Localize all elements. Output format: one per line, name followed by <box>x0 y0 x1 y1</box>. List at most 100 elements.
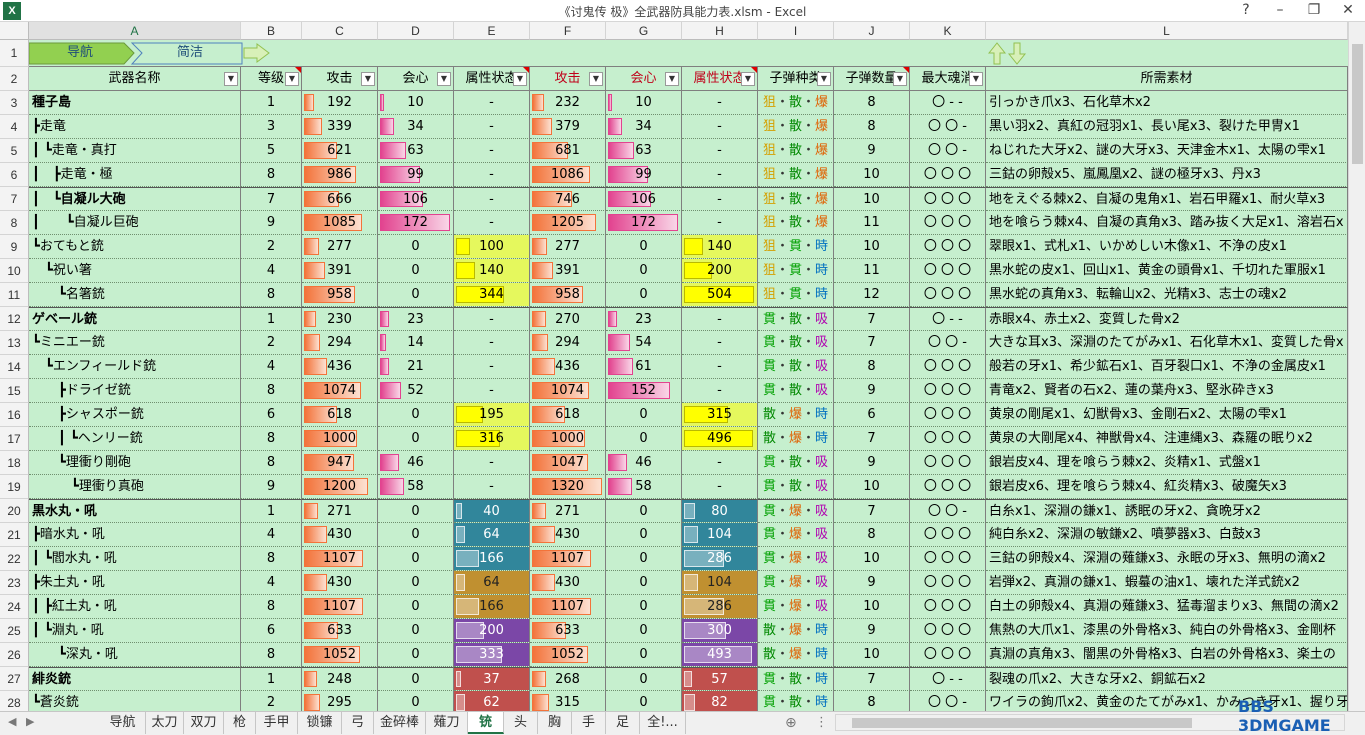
cell-attack-max[interactable]: 430 <box>530 523 606 547</box>
cell-bullet-count[interactable]: 7 <box>834 331 910 355</box>
cell-weapon-name[interactable]: ┗エンフィールド銃 <box>29 355 241 379</box>
cell-level[interactable]: 8 <box>241 379 302 403</box>
sheet-tab[interactable]: 手 <box>572 712 606 734</box>
cell-attack[interactable]: 1107 <box>302 547 378 571</box>
cell-level[interactable]: 8 <box>241 283 302 307</box>
cell-weapon-name[interactable]: ┣シャスポー銃 <box>29 403 241 427</box>
row-header[interactable]: 15 <box>0 379 29 403</box>
cell-critical[interactable]: 106 <box>378 187 454 211</box>
cell-level[interactable]: 6 <box>241 403 302 427</box>
cell-materials[interactable]: 般若の牙x1、希少鉱石x1、百牙裂口x1、不浄の金属皮x1 <box>986 355 1348 379</box>
cell-bullet-count[interactable]: 10 <box>834 595 910 619</box>
cell-attribute-max[interactable]: 104 <box>682 523 758 547</box>
cell-level[interactable]: 9 <box>241 211 302 235</box>
cell-weapon-name[interactable]: ┃ ┣走竜・極 <box>29 163 241 187</box>
row-header[interactable]: 4 <box>0 115 29 139</box>
cell-attack-max[interactable]: 1107 <box>530 547 606 571</box>
cell-attribute[interactable]: 100 <box>454 235 530 259</box>
sheet-tab[interactable]: 胸 <box>538 712 572 734</box>
cell-critical[interactable]: 0 <box>378 499 454 523</box>
cell-materials[interactable]: 黄泉の剛尾x1、幻獣骨x3、金剛石x2、太陽の雫x1 <box>986 403 1348 427</box>
cell-critical[interactable]: 52 <box>378 379 454 403</box>
cell-weapon-name[interactable]: ┃ ┗閻水丸・吼 <box>29 547 241 571</box>
cell-critical-max[interactable]: 0 <box>606 523 682 547</box>
cell-max-soul[interactable]: 〇 〇 〇 <box>910 355 986 379</box>
cell-max-soul[interactable]: 〇 〇 〇 <box>910 619 986 643</box>
cell-attribute-max[interactable]: - <box>682 163 758 187</box>
cell-bullet-type[interactable]: 散・爆・時 <box>758 427 834 451</box>
cell-attack[interactable]: 1085 <box>302 211 378 235</box>
cell-attribute[interactable]: 316 <box>454 427 530 451</box>
cell-attack[interactable]: 248 <box>302 667 378 691</box>
cell-attack-max[interactable]: 379 <box>530 115 606 139</box>
cell-attack-max[interactable]: 1320 <box>530 475 606 499</box>
cell-bullet-type[interactable]: 貫・散・吸 <box>758 379 834 403</box>
cell-attribute[interactable]: 64 <box>454 571 530 595</box>
cell-attack[interactable]: 666 <box>302 187 378 211</box>
sheet-tab[interactable]: 导航 <box>100 712 146 734</box>
cell-max-soul[interactable]: 〇 〇 〇 <box>910 235 986 259</box>
cell-critical[interactable]: 0 <box>378 619 454 643</box>
column-header-e[interactable]: E <box>454 22 530 40</box>
cell-critical-max[interactable]: 0 <box>606 547 682 571</box>
cell-materials[interactable]: ねじれた大牙x2、謎の大牙x3、天津金木x1、太陽の雫x1 <box>986 139 1348 163</box>
cell-bullet-count[interactable]: 8 <box>834 91 910 115</box>
cell-weapon-name[interactable]: ┗深丸・吼 <box>29 643 241 667</box>
cell-attack-max[interactable]: 294 <box>530 331 606 355</box>
cell-weapon-name[interactable]: ┗蒼炎銃 <box>29 691 241 711</box>
cell-bullet-count[interactable]: 10 <box>834 547 910 571</box>
cell-critical[interactable]: 21 <box>378 355 454 379</box>
cell-bullet-count[interactable]: 8 <box>834 355 910 379</box>
cell-weapon-name[interactable]: ┣暗水丸・吼 <box>29 523 241 547</box>
cell-level[interactable]: 8 <box>241 163 302 187</box>
cell-attribute-max[interactable]: - <box>682 211 758 235</box>
cell-attack-max[interactable]: 1000 <box>530 427 606 451</box>
cell-attack-max[interactable]: 277 <box>530 235 606 259</box>
cell-critical-max[interactable]: 23 <box>606 307 682 331</box>
cell-attack[interactable]: 1107 <box>302 595 378 619</box>
cell-attack[interactable]: 277 <box>302 235 378 259</box>
cell-attack[interactable]: 633 <box>302 619 378 643</box>
cell-bullet-count[interactable]: 9 <box>834 619 910 643</box>
sheet-tab[interactable]: 足 <box>606 712 640 734</box>
cell-bullet-type[interactable]: 狙・散・爆 <box>758 211 834 235</box>
cell-materials[interactable]: 赤眼x4、赤土x2、変質した骨x2 <box>986 307 1348 331</box>
cell-materials[interactable]: 三鈷の卵殻x5、嵐鳳凰x2、謎の極牙x3、丹x3 <box>986 163 1348 187</box>
cell-attribute[interactable]: 64 <box>454 523 530 547</box>
cell-critical-max[interactable]: 58 <box>606 475 682 499</box>
column-header-a[interactable]: A <box>29 22 241 40</box>
row-header[interactable]: 10 <box>0 259 29 283</box>
cell-attribute-max[interactable]: - <box>682 475 758 499</box>
cell-critical-max[interactable]: 0 <box>606 571 682 595</box>
cell-attribute[interactable]: - <box>454 307 530 331</box>
row-header[interactable]: 13 <box>0 331 29 355</box>
cell-attack[interactable]: 230 <box>302 307 378 331</box>
cell-attack-max[interactable]: 958 <box>530 283 606 307</box>
cell-materials[interactable]: 大きな耳x3、深淵のたてがみx1、石化草木x1、変質した骨x <box>986 331 1348 355</box>
cell-weapon-name[interactable]: ┣朱土丸・吼 <box>29 571 241 595</box>
cell-attack[interactable]: 430 <box>302 571 378 595</box>
cell-critical-max[interactable]: 0 <box>606 595 682 619</box>
row-header[interactable]: 23 <box>0 571 29 595</box>
filter-dropdown-icon[interactable]: ▼ <box>741 72 755 86</box>
filter-dropdown-icon[interactable]: ▼ <box>589 72 603 86</box>
cell-level[interactable]: 1 <box>241 307 302 331</box>
cell-weapon-name[interactable]: ┣走竜 <box>29 115 241 139</box>
cell-bullet-type[interactable]: 散・爆・時 <box>758 403 834 427</box>
row-header[interactable]: 5 <box>0 139 29 163</box>
scroll-thumb[interactable] <box>1352 44 1363 164</box>
row-header[interactable]: 7 <box>0 187 29 211</box>
cell-attack-max[interactable]: 1052 <box>530 643 606 667</box>
cell-attack[interactable]: 986 <box>302 163 378 187</box>
cell-attribute-max[interactable]: - <box>682 451 758 475</box>
filter-dropdown-icon[interactable]: ▼ <box>817 72 831 86</box>
cell-max-soul[interactable]: 〇 - - <box>910 91 986 115</box>
cell-materials[interactable]: 焦熱の大爪x1、漆黒の外骨格x3、純白の外骨格x3、金剛杯 <box>986 619 1348 643</box>
cell-critical-max[interactable]: 172 <box>606 211 682 235</box>
cell-materials[interactable]: 銀岩皮x6、理を喰らう棘x4、紅炎精x3、破魔矢x3 <box>986 475 1348 499</box>
cell-attack[interactable]: 1000 <box>302 427 378 451</box>
filter-dropdown-icon[interactable]: ▼ <box>224 72 238 86</box>
cell-attribute[interactable]: - <box>454 451 530 475</box>
cell-materials[interactable]: 白土の卵殻x4、真淵の薙鎌x3、猛毒溜まりx3、無間の滴x2 <box>986 595 1348 619</box>
cell-attribute[interactable]: 166 <box>454 595 530 619</box>
